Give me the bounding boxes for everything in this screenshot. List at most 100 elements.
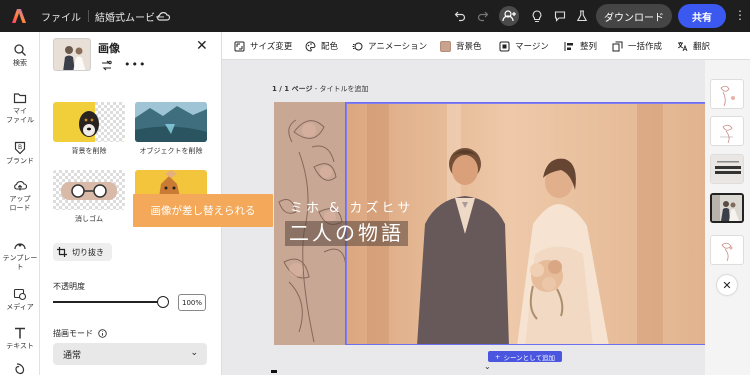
lightbulb-icon[interactable]	[529, 8, 545, 24]
upload-icon	[14, 181, 27, 191]
crop-icon	[57, 247, 67, 257]
text-icon	[15, 327, 25, 339]
toolbar-label: 配色	[321, 42, 339, 52]
toolbar-label: 背景色	[456, 42, 482, 52]
palette-icon	[305, 40, 316, 52]
margin-icon	[499, 41, 510, 51]
chevron-down-icon: ⌄	[190, 348, 198, 358]
title-story-text[interactable]: 二人の物語	[285, 221, 408, 246]
comment-icon[interactable]	[552, 8, 568, 24]
plus-icon: +	[495, 352, 501, 361]
rail-item-elements[interactable]	[0, 362, 40, 375]
shapes-icon	[15, 363, 25, 375]
toolbar-translate[interactable]: 翻訳	[677, 32, 710, 60]
rail-label: テンプレート	[2, 254, 38, 271]
svg-text:B: B	[18, 144, 22, 151]
replace-image-icon[interactable]	[100, 59, 113, 72]
toolbar-palette[interactable]: 配色	[305, 32, 338, 60]
rail-item-text[interactable]: テキスト	[0, 326, 40, 351]
close-icon[interactable]: ✕	[717, 275, 737, 295]
background-color-swatch	[440, 40, 451, 52]
top-bar: ファイル 結婚式ムービー ダウンロード 共有 ⋮	[0, 0, 750, 32]
rail-item-upload[interactable]: アップ ロード	[0, 179, 40, 213]
blend-mode-label-row: 描画モード	[53, 328, 107, 339]
toolbar-align[interactable]: 整列	[564, 32, 597, 60]
annotation-callout: 画像が差し替えられる	[133, 194, 273, 227]
tool-label: 背景を削除	[71, 147, 107, 155]
crop-label: 切り抜き	[72, 247, 104, 257]
opacity-slider-track[interactable]	[53, 301, 163, 303]
blend-mode-value: 通常	[63, 350, 82, 361]
toolbar-resize[interactable]: サイズ変更	[234, 32, 292, 60]
animation-icon	[352, 42, 363, 50]
scene-thumbnail[interactable]	[710, 116, 744, 146]
undo-icon[interactable]	[452, 8, 468, 24]
rail-label: アップ ロード	[9, 195, 31, 212]
toolbar-label: 整列	[580, 42, 598, 52]
info-icon[interactable]	[98, 329, 107, 338]
cloud-sync-icon[interactable]	[155, 8, 171, 24]
rail-item-templates[interactable]: テンプレート	[0, 238, 40, 272]
toolbar-label: アニメーション	[368, 42, 428, 52]
media-icon	[13, 288, 27, 301]
rail-label: テキスト	[6, 342, 34, 350]
opacity-slider-handle[interactable]	[157, 296, 169, 308]
context-toolbar: サイズ変更 配色 アニメーション 背景色 マージン 整列 一括作成 翻訳	[222, 32, 750, 60]
rail-label: メディア	[6, 303, 34, 311]
scene-thumbnail[interactable]	[710, 154, 744, 184]
selected-image-thumbnail	[53, 38, 91, 71]
tool-remove-object[interactable]: オブジェクトを削除	[135, 102, 207, 156]
rail-item-my-files[interactable]: マイ ファイル	[0, 91, 40, 125]
rail-item-media[interactable]: メディア	[0, 287, 40, 312]
tool-eraser[interactable]: 消しゴム	[53, 170, 125, 224]
rail-label: 検索	[13, 59, 27, 67]
scene-thumbnail-active[interactable]	[710, 193, 744, 223]
scene-thumbnail[interactable]	[710, 79, 744, 109]
resize-icon	[234, 41, 245, 51]
beaker-icon[interactable]	[574, 8, 590, 24]
close-icon[interactable]: ✕	[196, 38, 208, 54]
crop-button[interactable]: 切り抜き	[53, 243, 112, 261]
opacity-value-input[interactable]: 100%	[178, 294, 206, 311]
tool-remove-background[interactable]: 背景を削除	[53, 102, 125, 156]
blend-mode-label: 描画モード	[53, 329, 93, 338]
template-icon	[14, 243, 26, 250]
folder-icon	[13, 93, 27, 104]
toolbar-label: 一括作成	[628, 42, 663, 52]
page-title-input[interactable]: - タイトルを追加	[312, 85, 369, 93]
add-as-scene-button[interactable]: + シーンとして追加	[488, 351, 562, 362]
scene-thumbnail[interactable]	[710, 235, 744, 265]
toolbar-label: マージン	[515, 42, 549, 52]
download-button[interactable]: ダウンロード	[596, 4, 672, 28]
page-number: 1 / 1 ページ	[272, 85, 313, 93]
redo-icon[interactable]	[475, 8, 491, 24]
rail-item-brand[interactable]: B ブランド	[0, 141, 40, 166]
file-menu[interactable]: ファイル	[41, 9, 81, 24]
tool-label: 消しゴム	[75, 215, 103, 223]
translate-icon	[677, 41, 688, 51]
rail-item-search[interactable]: 検索	[0, 43, 40, 68]
more-options-icon[interactable]: ⋮	[734, 8, 746, 22]
toolbar-bulk-create[interactable]: 一括作成	[612, 32, 662, 60]
rail-label: ブランド	[6, 157, 34, 165]
more-options-icon[interactable]: •••	[124, 58, 146, 71]
opacity-label: 不透明度	[53, 282, 85, 291]
toolbar-margin[interactable]: マージン	[499, 32, 549, 60]
toolbar-background-color[interactable]: 背景色	[440, 32, 482, 60]
chevron-down-icon[interactable]: ⌄	[484, 362, 491, 371]
bulk-create-icon	[612, 41, 623, 51]
panel-title: 画像	[98, 42, 120, 55]
adobe-express-logo-icon[interactable]	[11, 8, 27, 24]
align-icon	[564, 41, 573, 51]
share-button[interactable]: 共有	[678, 4, 726, 28]
toolbar-label: サイズ変更	[250, 42, 293, 52]
toolbar-animation[interactable]: アニメーション	[352, 32, 427, 60]
page-title-row: 1 / 1 ページ - タイトルを追加	[272, 84, 368, 94]
invite-collaborator-icon[interactable]	[499, 6, 519, 26]
blend-mode-select[interactable]: 通常 ⌄	[53, 343, 207, 365]
divider	[88, 10, 89, 22]
brand-icon: B	[14, 141, 26, 155]
tool-label: オブジェクトを削除	[139, 147, 203, 155]
search-icon	[14, 44, 26, 56]
title-names-text[interactable]: ミホ & カズヒサ	[287, 197, 416, 216]
